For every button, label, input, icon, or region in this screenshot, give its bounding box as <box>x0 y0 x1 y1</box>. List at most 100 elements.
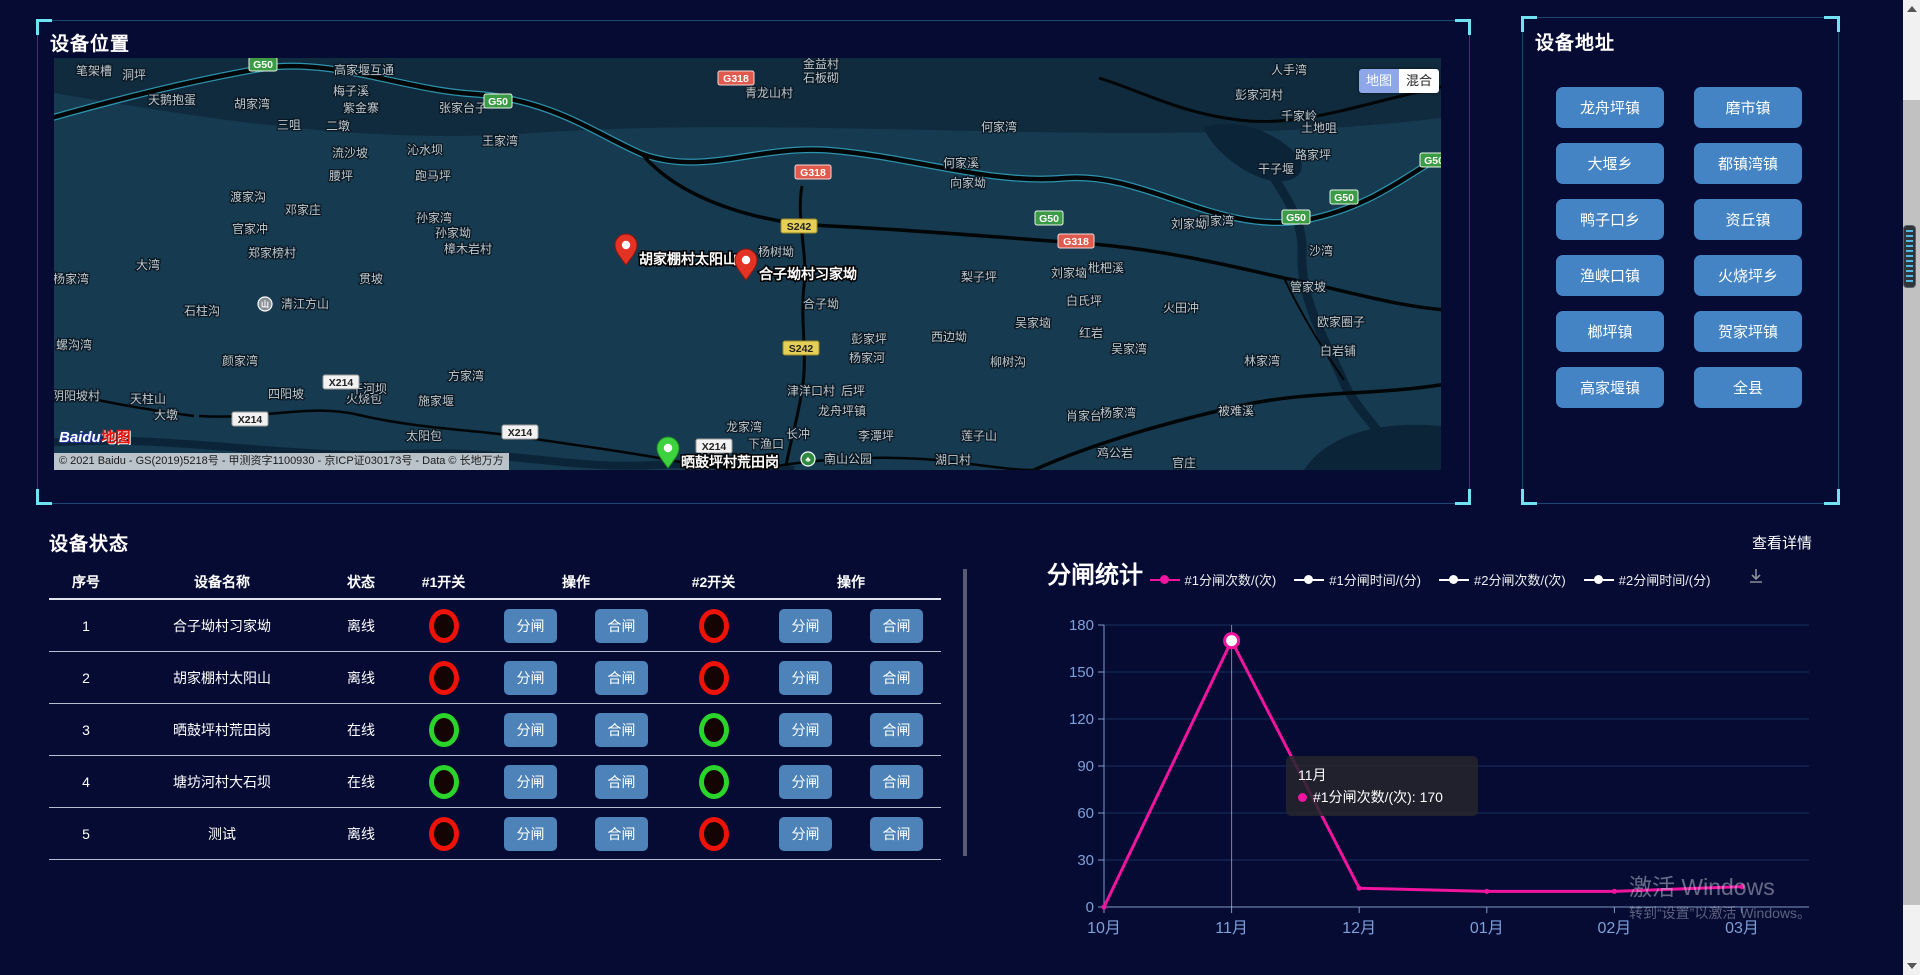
open-switch1-button[interactable]: 分闸 <box>504 661 557 695</box>
svg-text:G50: G50 <box>488 96 508 108</box>
road-shield: G50 <box>484 94 512 108</box>
map-place-label: 路家坪 <box>1295 147 1331 162</box>
svg-text:X214: X214 <box>329 377 354 389</box>
map-place-label: 四阳坡 <box>268 387 304 401</box>
switch2-indicator-red <box>699 661 729 695</box>
map-place-label: 火田冲 <box>1163 300 1199 315</box>
column-header: 状态 <box>321 572 401 592</box>
map-canvas[interactable]: 笔架槽洞坪天鹅抱蛋胡家湾高家堰互通梅子溪紫金寨二墩三咀流沙坡沁水坝王家湾张家台子… <box>54 58 1441 470</box>
column-header: 操作 <box>761 572 941 592</box>
svg-text:01月: 01月 <box>1470 920 1504 937</box>
map-place-label: 吴家垴 <box>1015 315 1051 330</box>
open-switch2-button[interactable]: 分闸 <box>779 765 832 799</box>
address-button-11[interactable]: 全县 <box>1694 367 1802 408</box>
close-switch1-button[interactable]: 合闸 <box>595 661 648 695</box>
address-button-10[interactable]: 高家堰镇 <box>1556 367 1664 408</box>
map-place-label: 白岩铺 <box>1320 343 1356 358</box>
map-place-label: 洞坪 <box>122 68 146 82</box>
address-button-5[interactable]: 资丘镇 <box>1694 199 1802 240</box>
svg-text:90: 90 <box>1077 758 1094 775</box>
close-switch2-button[interactable]: 合闸 <box>870 609 923 643</box>
map-place-label: 柳树沟 <box>990 354 1026 369</box>
scrollbar-up-arrow[interactable] <box>1907 6 1917 12</box>
close-switch1-button[interactable]: 合闸 <box>595 713 648 747</box>
close-switch2-button[interactable]: 合闸 <box>870 765 923 799</box>
map-attribution: © 2021 Baidu - GS(2019)5218号 - 甲测资字11009… <box>54 453 509 470</box>
corner-bracket <box>1521 489 1537 505</box>
open-switch2-button[interactable]: 分闸 <box>779 661 832 695</box>
switch1-operations: 分闸 合闸 <box>486 817 666 851</box>
map-place-label: 石板砌 <box>803 71 839 85</box>
chart-tooltip: 11月 #1分闸次数/(次): 170 <box>1286 756 1478 816</box>
road-shield: S242 <box>783 341 819 355</box>
map-place-label: 石柱沟 <box>184 303 220 318</box>
close-switch2-button[interactable]: 合闸 <box>870 661 923 695</box>
map-place-label: 向家坳 <box>950 175 986 190</box>
map-place-label: 孙家湾 <box>416 210 452 225</box>
open-switch2-button[interactable]: 分闸 <box>779 817 832 851</box>
page-scrollbar[interactable] <box>1903 0 1920 975</box>
address-button-4[interactable]: 鸭子口乡 <box>1556 199 1664 240</box>
map-place-label: 腰坪 <box>329 169 353 183</box>
open-switch1-button[interactable]: 分闸 <box>504 713 557 747</box>
address-button-2[interactable]: 大堰乡 <box>1556 143 1664 184</box>
open-switch2-button[interactable]: 分闸 <box>779 713 832 747</box>
open-switch1-button[interactable]: 分闸 <box>504 817 557 851</box>
address-button-9[interactable]: 贺家坪镇 <box>1694 311 1802 352</box>
close-switch2-button[interactable]: 合闸 <box>870 817 923 851</box>
map-place-label: 青龙山村 <box>745 86 793 100</box>
map-place-label: 阴阳坡村 <box>54 389 100 403</box>
switch1-indicator-green <box>429 765 459 799</box>
map-place-label: 杨家湾 <box>54 271 89 286</box>
scroll-widget[interactable] <box>1903 225 1916 288</box>
road-shield: G318 <box>1058 234 1094 248</box>
switch1-indicator-red <box>429 609 459 643</box>
address-button-7[interactable]: 火烧坪乡 <box>1694 255 1802 296</box>
road-shield: X214 <box>502 425 538 439</box>
scroll-widget-stripes <box>1906 230 1913 283</box>
address-button-1[interactable]: 磨市镇 <box>1694 87 1802 128</box>
close-switch1-button[interactable]: 合闸 <box>595 609 648 643</box>
open-switch1-button[interactable]: 分闸 <box>504 609 557 643</box>
map-type-hybrid-button[interactable]: 混合 <box>1399 69 1439 93</box>
scrollbar-down-arrow[interactable] <box>1907 963 1917 969</box>
address-button-grid: 龙舟坪镇磨市镇大堰乡都镇湾镇鸭子口乡资丘镇渔峡口镇火烧坪乡榔坪镇贺家坪镇高家堰镇… <box>1556 87 1802 408</box>
address-button-8[interactable]: 榔坪镇 <box>1556 311 1664 352</box>
table-scrollbar[interactable] <box>963 569 967 856</box>
device-name: 测试 <box>123 824 321 844</box>
address-button-3[interactable]: 都镇湾镇 <box>1694 143 1802 184</box>
map-place-label: 西边坳 <box>931 330 967 344</box>
address-button-0[interactable]: 龙舟坪镇 <box>1556 87 1664 128</box>
map-place-label: 孙家坳 <box>435 225 471 240</box>
address-panel-title: 设备地址 <box>1535 28 1615 55</box>
close-switch1-button[interactable]: 合闸 <box>595 765 648 799</box>
corner-bracket <box>1824 16 1840 32</box>
marker-label: 胡家棚村太阳山 <box>639 251 737 267</box>
map-type-map-button[interactable]: 地图 <box>1359 69 1399 93</box>
open-switch1-button[interactable]: 分闸 <box>504 765 557 799</box>
table-row: 5测试离线分闸合闸分闸合闸 <box>49 808 941 860</box>
svg-text:60: 60 <box>1077 805 1094 822</box>
map-place-label: 大湾 <box>136 257 160 272</box>
road-shield: G50 <box>1282 210 1310 224</box>
svg-text:X214: X214 <box>508 427 533 439</box>
address-button-6[interactable]: 渔峡口镇 <box>1556 255 1664 296</box>
map-place-label: 刘家坳 <box>1171 216 1207 231</box>
map-place-label: 施家堰 <box>418 393 454 408</box>
map-place-label: 后坪 <box>841 384 865 398</box>
map-place-label: 贯坡 <box>359 272 383 286</box>
open-switch2-button[interactable]: 分闸 <box>779 609 832 643</box>
switch2-operations: 分闸 合闸 <box>761 609 941 643</box>
map-place-label: 下渔口 <box>748 437 784 451</box>
row-index: 2 <box>49 670 123 686</box>
map-place-label: 彭家河村 <box>1235 87 1283 102</box>
baidu-map[interactable]: 笔架槽洞坪天鹅抱蛋胡家湾高家堰互通梅子溪紫金寨二墩三咀流沙坡沁水坝王家湾张家台子… <box>54 58 1441 470</box>
svg-text:10月: 10月 <box>1087 920 1121 937</box>
close-switch1-button[interactable]: 合闸 <box>595 817 648 851</box>
scrollbar-thumb[interactable] <box>1903 100 1920 905</box>
map-place-label: 天鹅抱蛋 <box>148 92 196 107</box>
row-index: 3 <box>49 722 123 738</box>
map-place-label: 何家溪 <box>943 155 979 170</box>
map-place-label: 红岩 <box>1079 325 1103 340</box>
close-switch2-button[interactable]: 合闸 <box>870 713 923 747</box>
